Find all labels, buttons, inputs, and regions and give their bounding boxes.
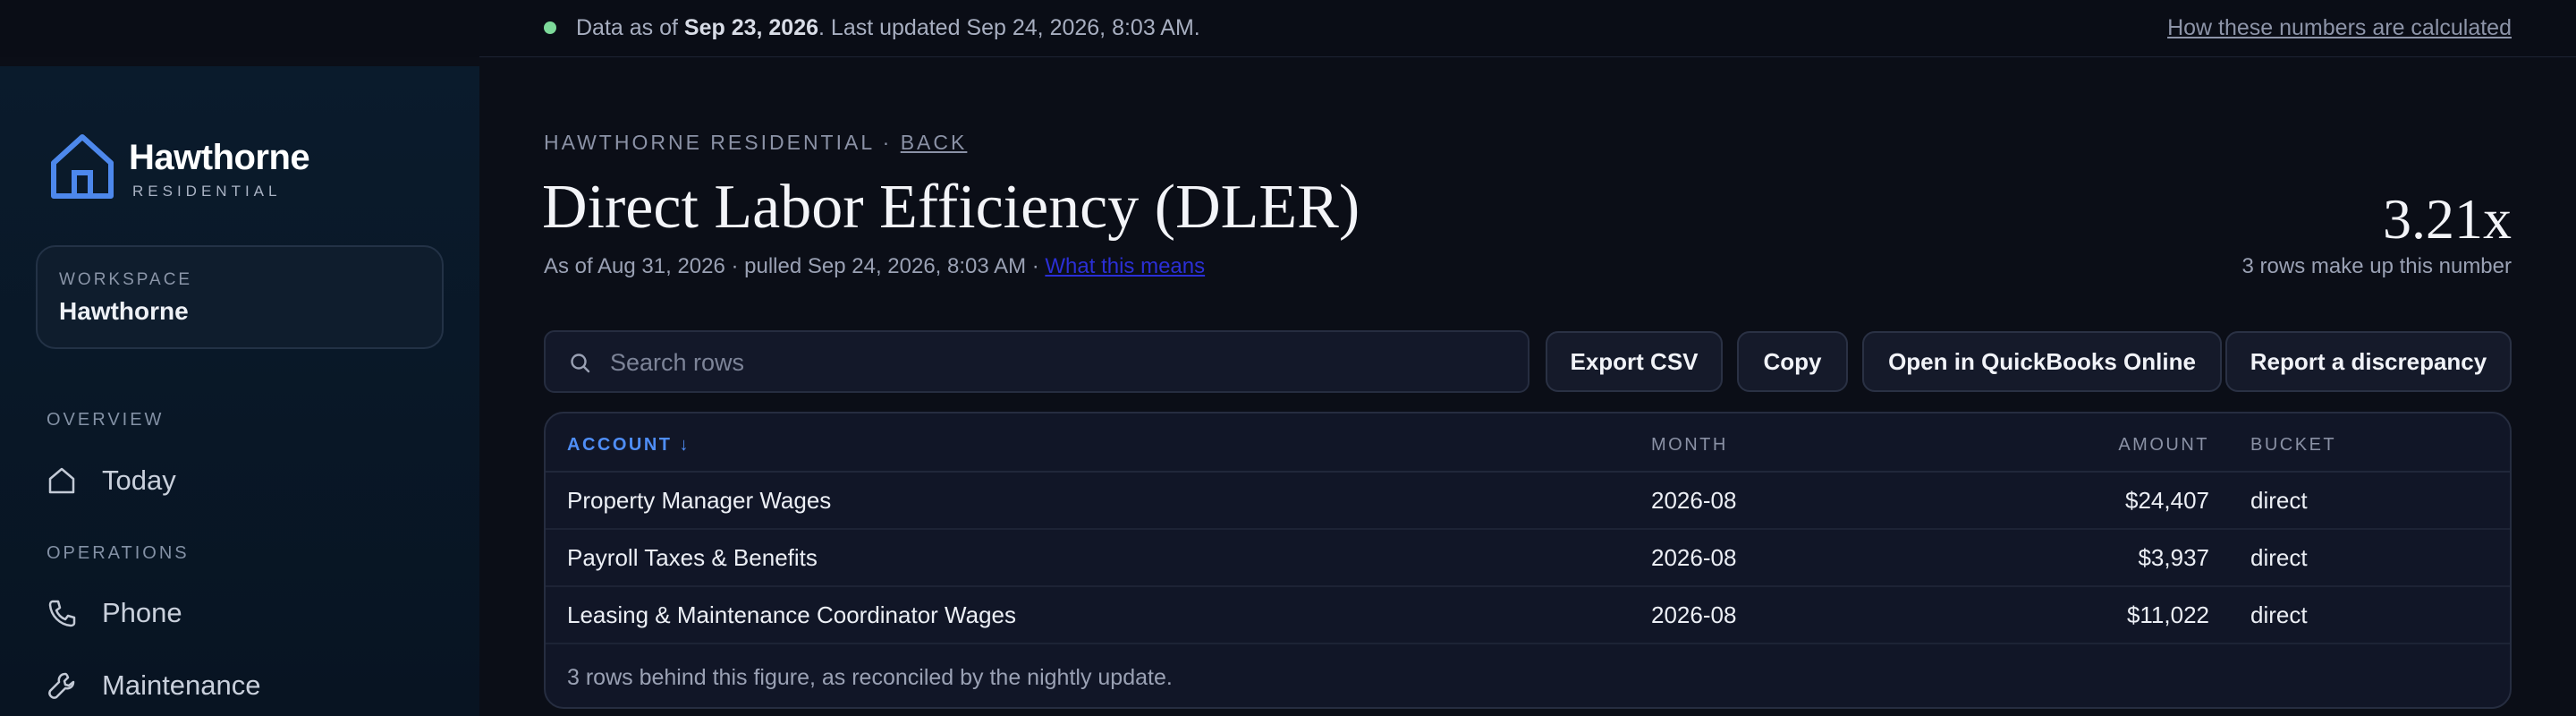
cell-account: Payroll Taxes & Benefits: [567, 544, 818, 571]
status-bar-inner: Data as of Sep 23, 2026. Last updated Se…: [479, 0, 2576, 57]
column-header-bucket[interactable]: BUCKET: [2250, 435, 2336, 456]
sidebar-item-phone[interactable]: Phone: [47, 591, 440, 634]
search-input[interactable]: [610, 343, 1504, 382]
report-discrepancy-button[interactable]: Report a discrepancy: [2225, 331, 2512, 392]
search-box[interactable]: [544, 330, 1530, 393]
column-header-account[interactable]: ACCOUNT ↓: [567, 435, 691, 456]
breadcrumb-org: HAWTHORNE RESIDENTIAL ·: [544, 131, 901, 154]
sidebar-item-label: Maintenance: [102, 669, 261, 701]
home-icon: [48, 467, 75, 494]
house-icon: [51, 134, 114, 199]
cell-amount: $3,937: [2138, 544, 2209, 571]
metric-caption: 3 rows make up this number: [2241, 254, 2512, 278]
search-icon: [571, 354, 590, 373]
workspace-switcher[interactable]: WORKSPACE Hawthorne: [36, 245, 444, 349]
status-prefix: Data as of: [576, 15, 678, 40]
cell-month: 2026-08: [1651, 601, 1737, 628]
status-dot: [544, 21, 556, 34]
nav-section-overview: OVERVIEW: [47, 410, 165, 430]
sidebar: Hawthorne RESIDENTIAL WORKSPACE Hawthorn…: [0, 66, 479, 716]
metric-value: 3.21x: [2383, 187, 2512, 251]
sidebar-item-label: Phone: [102, 597, 182, 628]
cell-amount: $11,022: [2126, 601, 2209, 628]
calculation-link[interactable]: How these numbers are calculated: [2167, 15, 2512, 41]
cell-account: Leasing & Maintenance Coordinator Wages: [567, 601, 1016, 628]
status-suffix: . Last updated Sep 24, 2026, 8:03 AM.: [818, 15, 1200, 40]
sidebar-item-maintenance[interactable]: Maintenance: [47, 663, 440, 706]
what-this-means-link[interactable]: What this means: [1045, 254, 1205, 278]
cell-month: 2026-08: [1651, 544, 1737, 571]
page-subtitle: As of Aug 31, 2026 · pulled Sep 24, 2026…: [544, 254, 1205, 279]
table-footer: 3 rows behind this figure, as reconciled…: [567, 665, 1173, 690]
brand-name: Hawthorne: [129, 138, 310, 177]
wrench-icon: [48, 672, 75, 699]
nav-section-operations: OPERATIONS: [47, 543, 190, 563]
status-text: Data as of Sep 23, 2026. Last updated Se…: [576, 15, 1200, 41]
cell-month: 2026-08: [1651, 487, 1737, 514]
table-header: ACCOUNT ↓ MONTH AMOUNT BUCKET: [546, 413, 2510, 473]
status-date: Sep 23, 2026: [683, 15, 819, 40]
sidebar-item-today[interactable]: Today: [47, 458, 440, 501]
subtitle-text: As of Aug 31, 2026 · pulled Sep 24, 2026…: [544, 254, 1046, 278]
cell-bucket: direct: [2250, 487, 2308, 514]
column-header-amount[interactable]: AMOUNT: [2118, 435, 2209, 456]
workspace-value: Hawthorne: [59, 297, 189, 325]
brand-subtitle: RESIDENTIAL: [132, 183, 282, 200]
table-row[interactable]: Payroll Taxes & Benefits 2026-08 $3,937 …: [546, 530, 2510, 587]
cell-account: Property Manager Wages: [567, 487, 832, 514]
phone-icon: [48, 600, 76, 627]
table-row[interactable]: Property Manager Wages 2026-08 $24,407 d…: [546, 473, 2510, 530]
cell-bucket: direct: [2250, 601, 2308, 628]
back-link[interactable]: BACK: [901, 131, 968, 154]
export-csv-button[interactable]: Export CSV: [1546, 331, 1723, 392]
breadcrumb: HAWTHORNE RESIDENTIAL · BACK: [544, 131, 967, 155]
brand[interactable]: Hawthorne RESIDENTIAL: [50, 132, 426, 204]
cell-bucket: direct: [2250, 544, 2308, 571]
open-quickbooks-button[interactable]: Open in QuickBooks Online: [1862, 331, 2222, 392]
column-header-month[interactable]: MONTH: [1651, 435, 1728, 456]
table-row[interactable]: Leasing & Maintenance Coordinator Wages …: [546, 587, 2510, 644]
cell-amount: $24,407: [2125, 487, 2209, 514]
sidebar-item-label: Today: [102, 465, 176, 496]
page-title: Direct Labor Efficiency (DLER): [542, 173, 1360, 242]
status-bar: Data as of Sep 23, 2026. Last updated Se…: [0, 0, 2576, 57]
copy-button[interactable]: Copy: [1737, 331, 1848, 392]
rows-table: ACCOUNT ↓ MONTH AMOUNT BUCKET Property M…: [544, 412, 2512, 709]
workspace-label: WORKSPACE: [59, 270, 193, 289]
